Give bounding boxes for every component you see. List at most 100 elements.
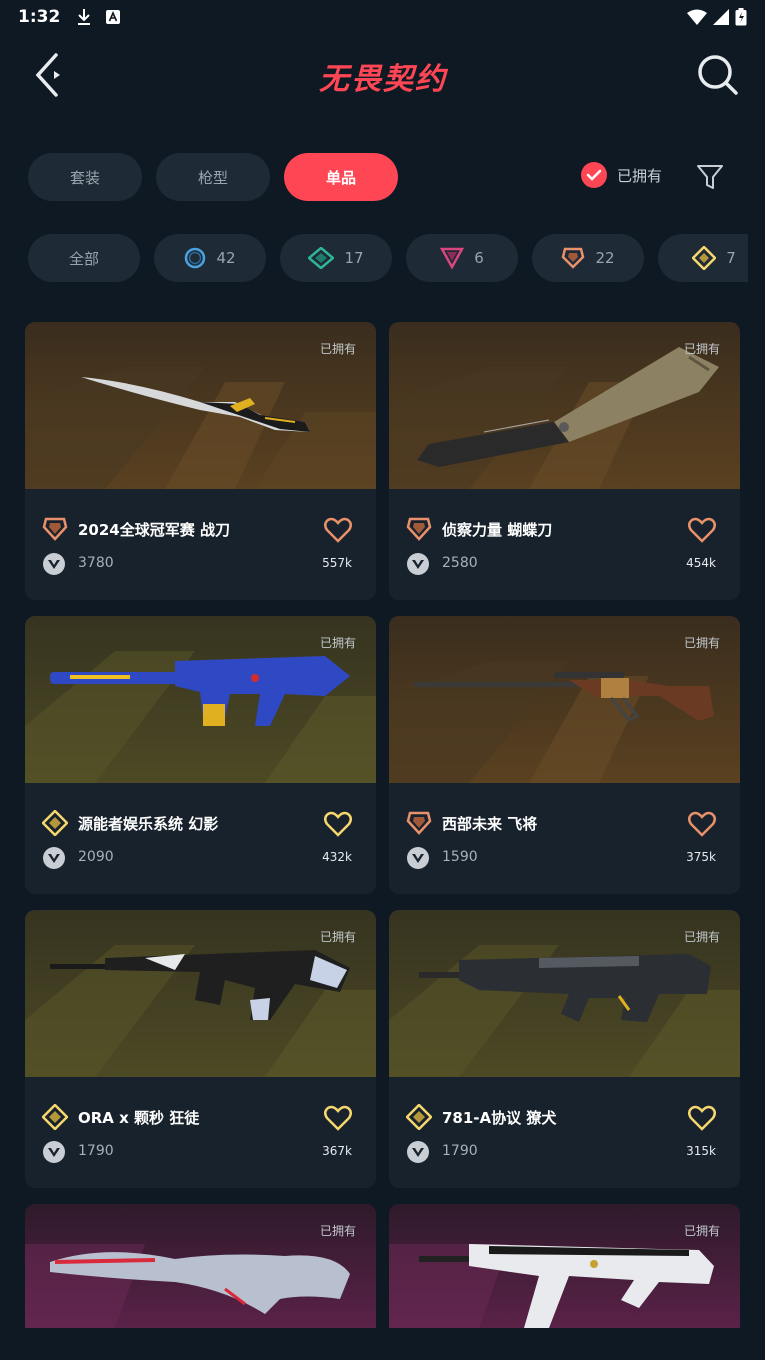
premium-tier-icon	[440, 247, 465, 269]
ultra-tier-icon	[692, 246, 717, 270]
skin-card[interactable]: 已拥有	[25, 1204, 376, 1328]
skin-card[interactable]: 已拥有 781-A协议 獠犬 1790 315k	[389, 910, 740, 1188]
select-tier-icon	[185, 247, 206, 269]
valorant-points-icon	[43, 1141, 65, 1163]
chip-label: 全部	[68, 249, 99, 268]
favorite-count: 432k	[322, 850, 352, 864]
tab-single-items[interactable]: 单品	[284, 153, 398, 201]
skin-card-info: 781-A协议 獠犬 1790 315k	[389, 1077, 740, 1188]
skin-name: 781-A协议 獠犬	[442, 1109, 557, 1127]
deluxe-tier-icon	[308, 247, 335, 269]
skin-card[interactable]: 已拥有 源能者娱乐系统 幻影 2090 432k	[25, 616, 376, 894]
skin-name: ORA x 颗秒 狂徒	[78, 1109, 200, 1127]
owned-badge: 已拥有	[683, 342, 720, 356]
tab-weapon-types[interactable]: 枪型	[156, 153, 270, 201]
tier-filter-chips: 全部 42 17 6 22 7	[28, 234, 748, 284]
skin-card[interactable]: 已拥有 侦察力量 蝴蝶刀 2580 454k	[389, 322, 740, 600]
owned-badge: 已拥有	[319, 930, 356, 944]
exclusive-tier-icon	[562, 247, 585, 269]
favorite-count: 315k	[686, 1144, 716, 1158]
skin-price: 1790	[78, 1143, 114, 1159]
filter-funnel-icon	[697, 165, 723, 189]
search-icon	[698, 55, 738, 95]
owned-checkbox[interactable]	[581, 162, 607, 188]
skin-card-info: 西部未来 飞将 1590 375k	[389, 783, 740, 894]
battery-icon	[735, 8, 747, 26]
skin-name: 2024全球冠军赛 战刀	[78, 521, 230, 539]
owned-badge: 已拥有	[319, 1224, 356, 1238]
wifi-icon	[687, 9, 707, 25]
skin-card-info: ORA x 颗秒 狂徒 1790 367k	[25, 1077, 376, 1188]
skin-price: 1790	[442, 1143, 478, 1159]
ultra-tier-icon	[42, 1104, 68, 1130]
owned-badge: 已拥有	[319, 636, 356, 650]
skin-card-info: 侦察力量 蝴蝶刀 2580 454k	[389, 489, 740, 600]
skin-price: 2580	[442, 555, 478, 571]
owned-badge: 已拥有	[683, 930, 720, 944]
tab-bundles[interactable]: 套装	[28, 153, 142, 201]
skin-card[interactable]: 已拥有 2024全球冠军赛 战刀 3780 557k	[25, 322, 376, 600]
exclusive-tier-icon	[42, 517, 68, 541]
logo-text: 无畏契约	[319, 62, 447, 97]
valorant-points-icon	[407, 553, 429, 575]
skin-card[interactable]: 已拥有 ORA x 颗秒 狂徒 1790 367k	[25, 910, 376, 1188]
owned-filter-label: 已拥有	[617, 166, 663, 185]
favorite-count: 367k	[322, 1144, 352, 1158]
download-icon	[78, 9, 91, 25]
skin-name: 西部未来 飞将	[442, 815, 538, 833]
back-button[interactable]	[26, 50, 70, 100]
skin-card[interactable]: 已拥有	[389, 1204, 740, 1328]
category-tabs: 套装 枪型 单品 已拥有	[28, 152, 748, 202]
favorite-heart-icon[interactable]	[688, 517, 716, 543]
valorant-points-icon	[43, 847, 65, 869]
favorite-heart-icon[interactable]	[324, 811, 352, 837]
back-arrow-icon	[35, 53, 60, 97]
chip-all[interactable]: 全部	[28, 234, 140, 282]
skin-price: 1590	[442, 849, 478, 865]
status-bar: 1:32	[0, 0, 765, 34]
owned-badge: 已拥有	[319, 342, 356, 356]
app-logo: 无畏契约	[300, 56, 466, 97]
chip-exclusive-tier[interactable]: 22	[532, 234, 644, 282]
filter-button[interactable]	[693, 160, 727, 194]
chip-premium-tier[interactable]: 6	[406, 234, 518, 282]
chip-select-tier[interactable]: 42	[154, 234, 266, 282]
check-icon	[586, 169, 602, 181]
chip-count: 42	[216, 249, 236, 267]
favorite-count: 375k	[686, 850, 716, 864]
skin-price: 2090	[78, 849, 114, 865]
search-button[interactable]	[695, 52, 741, 98]
owned-badge: 已拥有	[683, 636, 720, 650]
chip-count: 17	[344, 249, 364, 267]
owned-badge: 已拥有	[683, 1224, 720, 1238]
ultra-tier-icon	[406, 1104, 432, 1130]
chip-count: 22	[595, 249, 615, 267]
valorant-points-icon	[407, 1141, 429, 1163]
favorite-heart-icon[interactable]	[324, 517, 352, 543]
exclusive-tier-icon	[406, 517, 432, 541]
skin-card-info: 源能者娱乐系统 幻影 2090 432k	[25, 783, 376, 894]
skin-name: 源能者娱乐系统 幻影	[78, 815, 219, 833]
valorant-points-icon	[407, 847, 429, 869]
exclusive-tier-icon	[406, 811, 432, 835]
ultra-tier-icon	[42, 810, 68, 836]
favorite-count: 454k	[686, 556, 716, 570]
chip-count: 6	[474, 249, 484, 267]
skin-card-info: 2024全球冠军赛 战刀 3780 557k	[25, 489, 376, 600]
chip-deluxe-tier[interactable]: 17	[280, 234, 392, 282]
a-badge-icon	[106, 10, 121, 24]
skin-card[interactable]: 已拥有 西部未来 飞将 1590 375k	[389, 616, 740, 894]
signal-icon	[713, 9, 729, 25]
status-time: 1:32	[18, 7, 61, 27]
favorite-heart-icon[interactable]	[688, 811, 716, 837]
favorite-heart-icon[interactable]	[688, 1105, 716, 1131]
valorant-points-icon	[43, 553, 65, 575]
chip-count: 7	[726, 249, 736, 267]
chip-ultra-tier[interactable]: 7	[658, 234, 748, 282]
skin-price: 3780	[78, 555, 114, 571]
owned-filter-toggle[interactable]: 已拥有	[581, 162, 662, 188]
header: 无畏契约	[0, 40, 765, 110]
favorite-heart-icon[interactable]	[324, 1105, 352, 1131]
favorite-count: 557k	[322, 556, 352, 570]
skin-name: 侦察力量 蝴蝶刀	[442, 521, 553, 539]
